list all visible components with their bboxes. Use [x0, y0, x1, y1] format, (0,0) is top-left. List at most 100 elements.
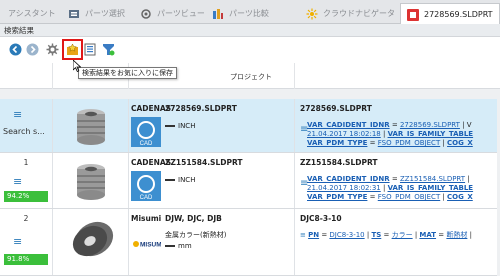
sldprt-file-icon	[407, 8, 419, 21]
export-icon[interactable]	[84, 43, 97, 56]
property-value-link[interactable]: カラー	[392, 231, 413, 239]
tab-parts-select[interactable]: パーツ選択	[62, 3, 132, 24]
property-key[interactable]: COG_X	[447, 139, 473, 147]
similarity-score: 94.2%	[4, 191, 48, 202]
mouse-cursor-icon	[73, 60, 81, 72]
property-list[interactable]: VAR_CADIDENT_IDNR = 2728569.SLDPRT | V 21…	[307, 121, 500, 148]
cell-divider	[294, 99, 295, 152]
property-value-link[interactable]: DJC8-3-10	[329, 231, 364, 239]
property-separator: =	[319, 231, 330, 239]
forward-icon[interactable]	[26, 43, 39, 56]
back-icon[interactable]	[9, 43, 22, 56]
filter-icon[interactable]	[102, 43, 115, 56]
property-list-icon[interactable]: ≡	[300, 231, 308, 239]
property-key[interactable]: PN	[308, 231, 319, 239]
property-value-link[interactable]: FSO_PDM_OBJECT	[378, 139, 440, 147]
svg-text:CAD: CAD	[140, 195, 153, 201]
part-name: ZZ151584.SLDPRT	[165, 158, 243, 167]
cell-divider	[128, 209, 129, 275]
property-value-link[interactable]: FSO_PDM_OBJECT	[378, 193, 440, 201]
property-line: 21.04.2017 18:02:31 | VAR_IS_FAMILY_TABL…	[307, 184, 500, 193]
unit-value: mm	[165, 242, 192, 250]
property-line: VAR_PDM_TYPE = FSO_PDM_OBJECT | COG_X	[307, 139, 500, 148]
cloud-navigator-icon	[306, 8, 318, 19]
tab-label: パーツ選択	[85, 9, 125, 18]
property-separator: |	[465, 175, 470, 183]
table-row[interactable]: 2 ≡ 91.8% Misumi MISUMI DJW, DJC, DJB 金属…	[0, 209, 500, 276]
property-key[interactable]: VAR_CADIDENT_IDNR	[307, 121, 390, 129]
tab-sldprt-file[interactable]: 2728569.SLDPRT	[400, 3, 500, 25]
source-name: Misumi	[131, 214, 162, 223]
cadenas-logo-icon: CAD	[131, 171, 161, 201]
parts-compare-icon	[213, 8, 223, 19]
property-separator: |	[380, 130, 388, 138]
row-number: 2	[23, 214, 29, 223]
property-list[interactable]: VAR_CADIDENT_IDNR = ZZ151584.SLDPRT | 21…	[307, 175, 500, 202]
settings-icon[interactable]	[46, 43, 59, 56]
table-row[interactable]: ≡ Search s... CADENAS CAD 2728569.SLDPRT…	[0, 99, 500, 153]
parts-select-icon	[69, 9, 79, 18]
cell-divider	[52, 153, 53, 208]
property-separator: =	[436, 231, 447, 239]
property-key[interactable]: VAR_CADIDENT_IDNR	[307, 175, 390, 183]
property-separator: =	[367, 193, 378, 201]
part-thumbnail[interactable]	[62, 157, 120, 205]
panel-title: 検索結果	[0, 24, 500, 37]
unit-label: INCH	[178, 122, 196, 130]
cell-divider	[52, 209, 53, 275]
row-number: 1	[23, 158, 29, 167]
project-column-header[interactable]: プロジェクト	[230, 72, 272, 82]
tab-label: パーツビュー	[157, 9, 204, 18]
property-list[interactable]: ≡ PN = DJC8-3-10 | TS = カラー | MAT = 断熱材 …	[300, 231, 500, 240]
property-value-link[interactable]: 21.04.2017 18:02:31	[307, 184, 381, 192]
material-label: 金属カラー(新熱材)	[165, 231, 227, 239]
property-line: VAR_CADIDENT_IDNR = ZZ151584.SLDPRT |	[307, 175, 500, 184]
property-value-link[interactable]: ZZ151584.SLDPRT	[400, 175, 465, 183]
property-key[interactable]: VAR_IS_FAMILY_TABLE	[388, 130, 474, 138]
tab-assistant[interactable]: アシスタント	[2, 3, 60, 24]
tab-label: クラウドナビゲータ	[323, 9, 394, 18]
property-separator: =	[389, 175, 400, 183]
cell-divider	[294, 153, 295, 208]
unit-icon	[165, 125, 175, 127]
unit-icon	[165, 179, 175, 181]
row-menu-icon[interactable]: ≡	[13, 109, 22, 120]
property-value-link[interactable]: 21.04.2017 18:02:18	[307, 130, 381, 138]
unit-value: INCH	[165, 176, 195, 184]
property-key[interactable]: COG_X	[447, 193, 473, 201]
part-name: DJW, DJC, DJB	[165, 214, 222, 223]
cell-divider	[294, 209, 295, 275]
property-value-link[interactable]: 2728569.SLDPRT	[400, 121, 460, 129]
property-separator: |	[467, 231, 472, 239]
property-key[interactable]: MAT	[419, 231, 436, 239]
property-key[interactable]: VAR_PDM_TYPE	[307, 193, 367, 201]
property-separator: |	[380, 184, 388, 192]
property-line: VAR_CADIDENT_IDNR = 2728569.SLDPRT | V	[307, 121, 500, 130]
tab-parts-compare[interactable]: パーツ比較	[206, 3, 276, 24]
table-row[interactable]: 1 ≡ 94.2% CADENAS CAD ZZ151584.SLDPRT IN…	[0, 153, 500, 209]
tab-parts-view[interactable]: パーツビュー	[134, 3, 204, 24]
save-favorite-icon[interactable]	[62, 39, 83, 60]
unit-value: INCH	[165, 122, 195, 130]
property-separator: | V	[459, 121, 472, 129]
tab-label: 2728569.SLDPRT	[424, 10, 493, 19]
property-line: ≡ PN = DJC8-3-10 | TS = カラー | MAT = 断熱材 …	[300, 231, 500, 240]
part-thumbnail[interactable]	[62, 102, 120, 150]
unit-icon	[165, 245, 175, 247]
similarity-score: 91.8%	[4, 254, 48, 265]
property-value-link[interactable]: 断熱材	[446, 231, 467, 239]
tooltip: 検索結果をお気に入りに保存	[78, 67, 177, 79]
property-key[interactable]: VAR_PDM_TYPE	[307, 139, 367, 147]
unit-label: mm	[178, 242, 192, 250]
svg-text:MISUMI: MISUMI	[140, 242, 161, 249]
property-key[interactable]: VAR_IS_FAMILY_TABLE	[388, 184, 474, 192]
part-thumbnail[interactable]	[62, 215, 120, 263]
row-menu-icon[interactable]: ≡	[13, 176, 22, 187]
property-line: VAR_PDM_TYPE = FSO_PDM_OBJECT | COG_X	[307, 193, 500, 202]
tab-bar: アシスタント パーツ選択 パーツビュー パーツ比較 クラウドナビゲータ 2728…	[0, 0, 500, 25]
tab-cloud-navigator[interactable]: クラウドナビゲータ	[300, 3, 394, 24]
tab-label: パーツ比較	[229, 9, 269, 18]
property-line: 21.04.2017 18:02:18 | VAR_IS_FAMILY_TABL…	[307, 130, 500, 139]
property-key[interactable]: TS	[371, 231, 381, 239]
row-menu-icon[interactable]: ≡	[13, 236, 22, 247]
